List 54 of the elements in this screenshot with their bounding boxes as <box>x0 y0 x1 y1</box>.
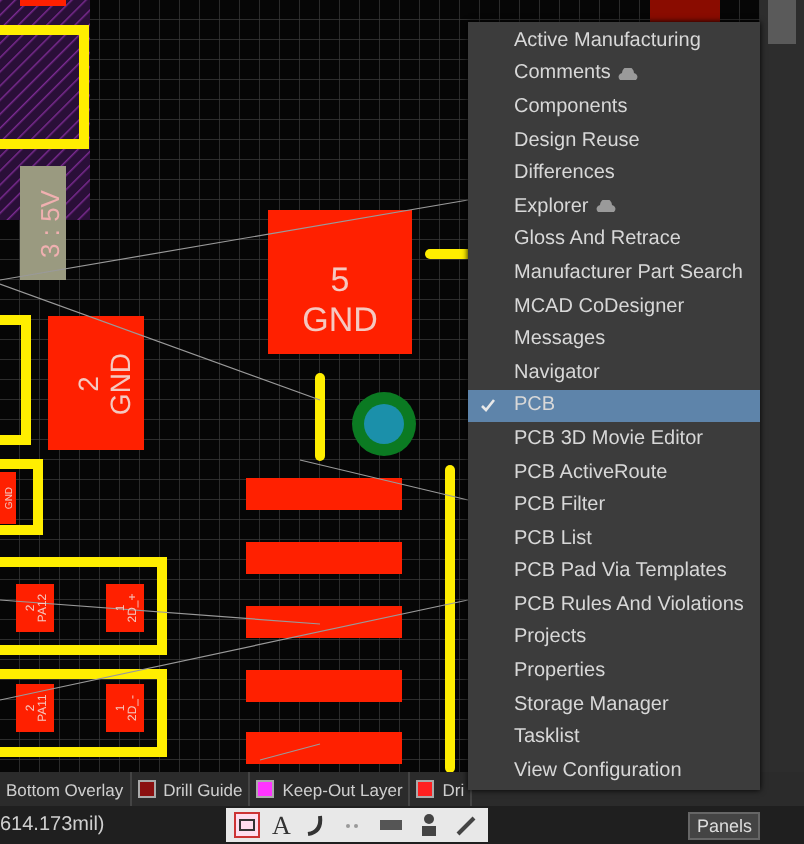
menu-item[interactable]: MCAD CoDesigner <box>468 289 760 323</box>
menu-item[interactable]: Navigator <box>468 355 760 390</box>
pad-label: GND <box>302 301 378 339</box>
menu-item[interactable]: View Configuration <box>468 754 760 788</box>
pen-icon[interactable] <box>454 812 481 838</box>
menu-item[interactable]: PCB List <box>468 521 760 555</box>
menu-item[interactable]: PCB Pad Via Templates <box>468 555 760 589</box>
layer-tab[interactable]: Keep-Out Layer <box>282 779 403 799</box>
place-component-icon[interactable] <box>234 812 260 838</box>
pad <box>16 684 54 732</box>
panels-button[interactable]: Panels <box>688 811 760 839</box>
menu-item[interactable]: Manufacturer Part Search <box>468 256 760 290</box>
text-tool-icon[interactable]: A <box>272 812 291 838</box>
trace <box>315 373 325 461</box>
via <box>352 392 416 456</box>
menu-item[interactable]: PCB ActiveRoute <box>468 455 760 489</box>
menu-item[interactable]: Active Manufacturing <box>468 24 760 58</box>
layer-tab[interactable]: Drill Guide <box>163 779 243 799</box>
menu-item[interactable]: Tasklist <box>468 720 760 755</box>
menu-item[interactable]: Comments <box>468 57 760 91</box>
layer-tab[interactable]: Bottom Overlay <box>6 779 124 799</box>
menu-item[interactable]: Storage Manager <box>468 687 760 721</box>
silkscreen-outline <box>0 315 31 445</box>
menu-item[interactable]: PCB 3D Movie Editor <box>468 422 760 456</box>
ratsnest-line <box>259 743 321 761</box>
panel-tab <box>768 0 796 44</box>
menu-item[interactable]: Differences <box>468 156 760 190</box>
pad <box>106 684 144 732</box>
pad-label: 2 <box>72 376 104 392</box>
pad <box>650 0 720 24</box>
menu-item[interactable]: Design Reuse <box>468 123 760 157</box>
pad-label: 5 <box>330 261 350 299</box>
menu-item[interactable]: Gloss And Retrace <box>468 223 760 257</box>
layer-tab[interactable]: Dri <box>442 779 465 799</box>
cursor-coordinates: 614.173mil) <box>0 814 107 836</box>
menu-item[interactable]: Projects <box>468 621 760 655</box>
menu-item[interactable]: Components <box>468 90 760 124</box>
pad <box>48 316 144 450</box>
menu-item[interactable]: Messages <box>468 322 760 356</box>
component-label <box>20 166 66 280</box>
silkscreen-outline <box>0 25 89 149</box>
pad <box>268 210 412 354</box>
pad <box>106 584 144 632</box>
menu-item[interactable]: PCB Rules And Violations <box>468 588 760 622</box>
pad <box>20 0 66 6</box>
pad-label: 3 : 5V <box>35 190 65 258</box>
pad <box>16 584 54 632</box>
menu-item[interactable]: Properties <box>468 654 760 688</box>
menu-item[interactable]: PCB Filter <box>468 488 760 522</box>
trace <box>425 249 473 259</box>
pad <box>0 472 16 524</box>
pad-label: GND <box>104 352 136 416</box>
menu-item[interactable]: Explorer <box>468 189 760 224</box>
silkscreen-outline <box>0 459 43 535</box>
